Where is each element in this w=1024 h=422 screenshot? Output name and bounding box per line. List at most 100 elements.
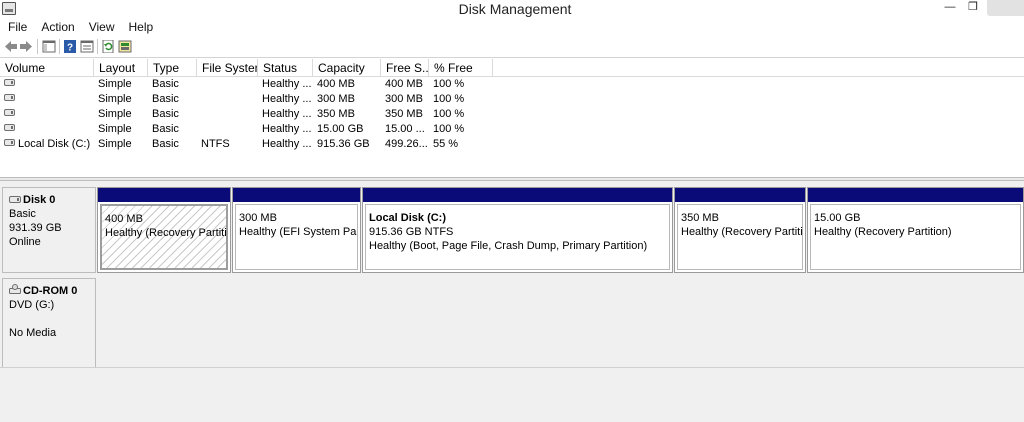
percent-free-cell: 100 % [433, 123, 465, 135]
partition-body: 350 MB Healthy (Recovery Partition) [677, 204, 803, 270]
properties-icon[interactable] [80, 40, 94, 53]
back-icon[interactable] [4, 40, 18, 53]
volume-icon [4, 79, 15, 87]
cdrom-0-label[interactable]: CD-ROM 0 DVD (G:) No Media [2, 278, 96, 368]
rescan-icon[interactable] [118, 40, 132, 53]
status-cell: Healthy ... [262, 93, 312, 105]
capacity-cell: 300 MB [317, 93, 355, 105]
disk-type: Basic [9, 208, 36, 220]
volume-cell: Local Disk (C:) [4, 137, 94, 152]
volume-icon [4, 109, 15, 117]
partition-status: Healthy (Recovery Partition) [814, 226, 952, 238]
volume-list: Volume Layout Type File System Status Ca… [0, 59, 1024, 177]
volume-row[interactable]: Simple Basic Healthy ... 400 MB 400 MB 1… [0, 77, 1024, 92]
partition-body: Local Disk (C:) 915.36 GB NTFS Healthy (… [365, 204, 670, 270]
disk-icon [9, 196, 21, 203]
volume-row[interactable]: Simple Basic Healthy ... 300 MB 300 MB 1… [0, 92, 1024, 107]
disk-size [9, 312, 95, 326]
volume-cell [4, 92, 94, 107]
layout-cell: Simple [98, 123, 132, 135]
column-header-layout[interactable]: Layout [94, 59, 148, 77]
partition-name: Local Disk (C:) [369, 212, 447, 224]
partition-recovery-15gb[interactable]: 15.00 GB Healthy (Recovery Partition) [807, 187, 1024, 273]
column-header-status[interactable]: Status [258, 59, 313, 77]
volume-icon [4, 124, 15, 132]
volume-list-header: Volume Layout Type File System Status Ca… [0, 59, 1024, 77]
volume-icon [4, 94, 15, 102]
status-cell: Healthy ... [262, 138, 312, 150]
type-cell: Basic [152, 78, 179, 90]
percent-free-cell: 100 % [433, 78, 465, 90]
column-header-type[interactable]: Type [148, 59, 197, 77]
capacity-cell: 915.36 GB [317, 138, 370, 150]
type-cell: Basic [152, 93, 179, 105]
partition-size: 350 MB [681, 212, 719, 224]
minimize-button[interactable]: — [940, 0, 960, 16]
partition-status: Healthy (Recovery Partition) [681, 226, 803, 238]
cdrom-0-area [97, 278, 1024, 368]
free-space-cell: 400 MB [385, 78, 423, 90]
menu-bar: File Action View Help [0, 18, 1024, 36]
partition-local-disk-c[interactable]: Local Disk (C:) 915.36 GB NTFS Healthy (… [362, 187, 673, 273]
forward-icon[interactable] [19, 40, 33, 53]
toolbar: ? [0, 36, 1024, 58]
type-cell: Basic [152, 123, 179, 135]
capacity-cell: 15.00 GB [317, 123, 364, 135]
disk-0-partitions: 400 MB Healthy (Recovery Partition) 300 … [97, 187, 1024, 273]
window-title: Disk Management [458, 1, 572, 17]
cdrom-icon [9, 284, 21, 294]
disk-0-label[interactable]: Disk 0 Basic 931.39 GB Online [2, 187, 96, 273]
partition-recovery-350mb[interactable]: 350 MB Healthy (Recovery Partition) [674, 187, 806, 273]
partition-bar [808, 188, 1023, 202]
layout-cell: Simple [98, 78, 132, 90]
volume-cell [4, 77, 94, 92]
volume-row[interactable]: Local Disk (C:) Simple Basic NTFS Health… [0, 137, 1024, 152]
volume-row[interactable]: Simple Basic Healthy ... 15.00 GB 15.00 … [0, 122, 1024, 137]
close-button[interactable] [987, 0, 1024, 16]
menu-view[interactable]: View [89, 20, 115, 34]
status-cell: Healthy ... [262, 108, 312, 120]
partition-efi-300mb[interactable]: 300 MB Healthy (EFI System Partition) [232, 187, 361, 273]
partition-body: 15.00 GB Healthy (Recovery Partition) [810, 204, 1021, 270]
partition-recovery-400mb[interactable]: 400 MB Healthy (Recovery Partition) [97, 187, 231, 273]
menu-file[interactable]: File [8, 20, 27, 34]
maximize-button[interactable]: ❐ [963, 0, 983, 16]
layout-cell: Simple [98, 108, 132, 120]
status-cell: Healthy ... [262, 78, 312, 90]
column-header-file-system[interactable]: File System [197, 59, 258, 77]
volume-icon [4, 139, 15, 147]
partition-bar [233, 188, 360, 202]
partition-status: Healthy (Recovery Partition) [105, 227, 227, 239]
partition-size: 300 MB [239, 212, 277, 224]
free-space-cell: 15.00 ... [385, 123, 425, 135]
console-tree-icon[interactable] [42, 40, 56, 53]
disk-status: Online [9, 236, 41, 248]
capacity-cell: 350 MB [317, 108, 355, 120]
disk-status: No Media [9, 327, 57, 339]
partition-size: 15.00 GB [814, 212, 861, 224]
menu-help[interactable]: Help [129, 20, 154, 34]
svg-text:?: ? [67, 43, 73, 54]
free-space-cell: 350 MB [385, 108, 423, 120]
percent-free-cell: 100 % [433, 93, 465, 105]
type-cell: Basic [152, 138, 179, 150]
column-header-volume[interactable]: Volume [0, 59, 94, 77]
refresh-icon[interactable] [101, 40, 115, 53]
help-icon[interactable]: ? [63, 40, 77, 53]
column-header-percent-free[interactable]: % Free [429, 59, 493, 77]
percent-free-cell: 100 % [433, 108, 465, 120]
column-header-free-space[interactable]: Free S... [381, 59, 429, 77]
layout-cell: Simple [98, 93, 132, 105]
layout-cell: Simple [98, 138, 132, 150]
column-header-capacity[interactable]: Capacity [313, 59, 381, 77]
partition-bar [98, 188, 230, 202]
type-cell: Basic [152, 108, 179, 120]
capacity-cell: 400 MB [317, 78, 355, 90]
graphical-disk-view: Disk 0 Basic 931.39 GB Online 400 MB Hea… [0, 181, 1024, 422]
partition-size: 400 MB [105, 213, 143, 225]
volume-row[interactable]: Simple Basic Healthy ... 350 MB 350 MB 1… [0, 107, 1024, 122]
partition-status: Healthy (EFI System Partition) [239, 226, 357, 238]
partition-bar [363, 188, 672, 202]
menu-action[interactable]: Action [41, 20, 74, 34]
disk-type: DVD (G:) [9, 299, 55, 311]
